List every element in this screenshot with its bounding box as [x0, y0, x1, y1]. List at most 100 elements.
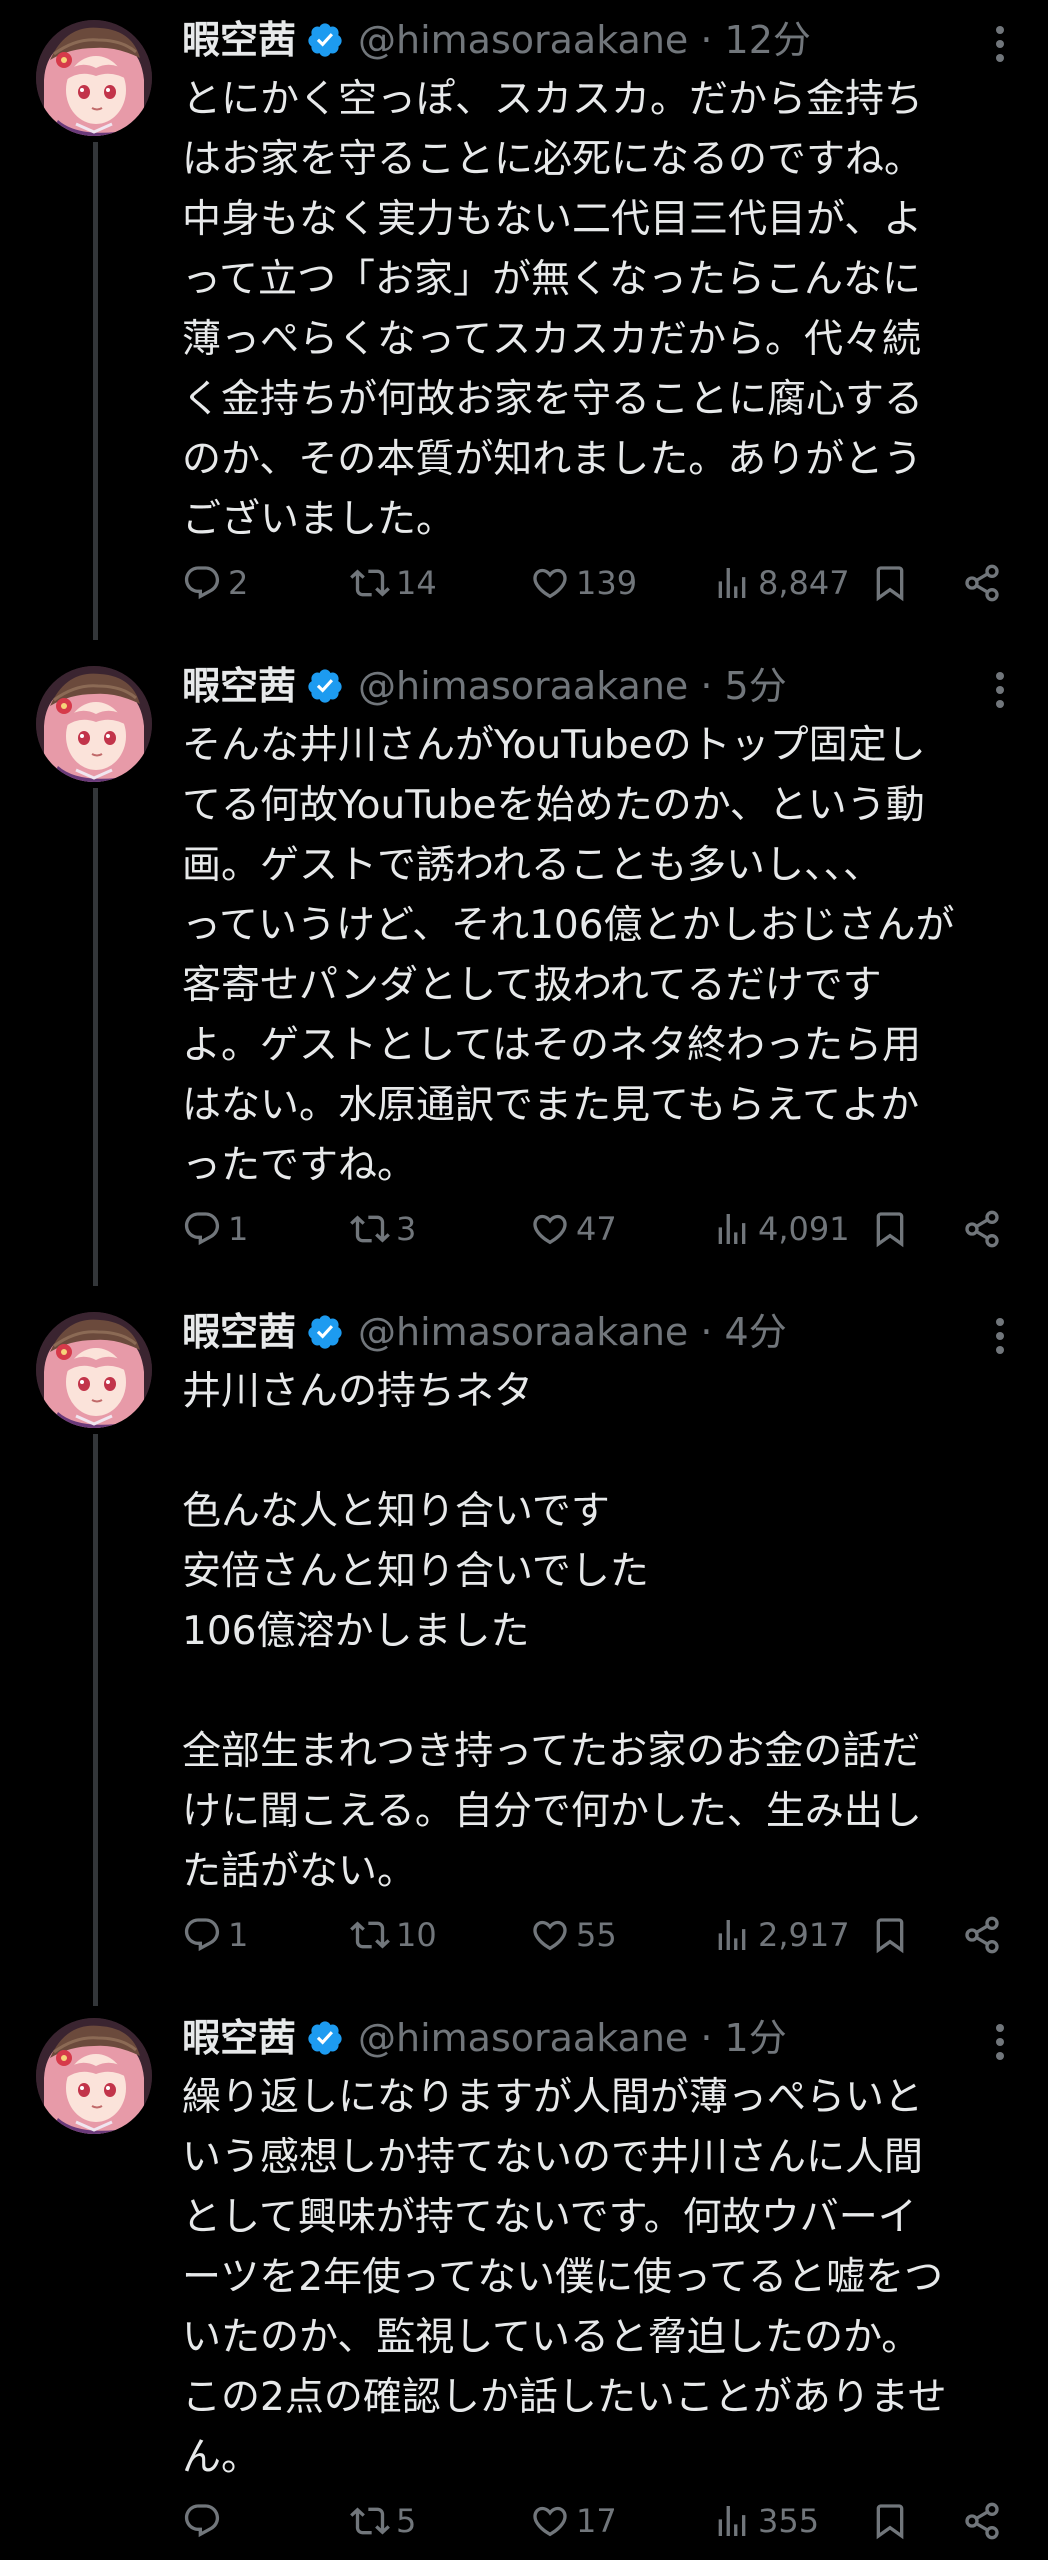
bookmark-icon[interactable]	[870, 563, 910, 603]
reply-icon	[184, 566, 220, 600]
views-button[interactable]: 2,917	[712, 1910, 850, 1960]
tweet-actions: 1 3 47 4,091	[182, 1204, 1012, 1254]
bookmark-icon[interactable]	[870, 1915, 910, 1955]
share-icon[interactable]	[962, 1915, 1002, 1955]
handle[interactable]: @himasoraakane	[358, 2016, 688, 2060]
tweet-text-line	[182, 1422, 1018, 1482]
tweet-text-line: そんな井川さんがYouTubeのトップ固定し	[182, 723, 926, 768]
like-count: 55	[576, 1916, 617, 1954]
thread-connector	[93, 142, 98, 640]
tweet-text-line: ーツを2年使ってない僕に使ってると嘘をつ	[182, 2255, 944, 2300]
timestamp[interactable]: 4分	[725, 1310, 787, 1354]
display-name[interactable]: 暇空茜	[182, 660, 296, 712]
avatar[interactable]	[36, 1312, 152, 1428]
tweet-text-line: く金持ちが何故お家を守ることに腐心する	[182, 377, 924, 422]
like-count: 17	[576, 2502, 617, 2540]
share-icon[interactable]	[962, 1209, 1002, 1249]
tweet-text-line	[182, 1662, 1018, 1722]
like-button[interactable]: 47	[530, 1204, 617, 1254]
handle[interactable]: @himasoraakane	[358, 18, 688, 62]
share-button[interactable]	[962, 1910, 1008, 1960]
display-name[interactable]: 暇空茜	[182, 14, 296, 66]
views-bar-chart-icon	[718, 2506, 746, 2536]
reply-button[interactable]: 1	[182, 1910, 248, 1960]
like-count: 139	[576, 564, 638, 602]
verified-badge-icon	[308, 2021, 342, 2055]
repost-count: 5	[396, 2502, 417, 2540]
tweet-header: 暇空茜 @himasoraakane · 5分	[182, 660, 1008, 712]
tweet-text-line: いう感想しか持てないので井川さんに人間	[182, 2135, 924, 2180]
handle-and-time: @himasoraakane · 1分	[358, 2016, 787, 2060]
bookmark-icon[interactable]	[870, 1209, 910, 1249]
tweet-text-line: ございました。	[182, 497, 456, 542]
handle-and-time: @himasoraakane · 4分	[358, 1310, 787, 1354]
display-name[interactable]: 暇空茜	[182, 1306, 296, 1358]
share-button[interactable]	[962, 1204, 1008, 1254]
timestamp[interactable]: 5分	[725, 664, 787, 708]
reply-icon	[184, 1918, 220, 1952]
tweet-actions: 1 10 55 2,917	[182, 1910, 1012, 1960]
like-button[interactable]: 17	[530, 2496, 617, 2546]
views-bar-chart-icon	[718, 568, 746, 598]
avatar[interactable]	[36, 666, 152, 782]
tweet-text-line: として興味が持てないです。何故ウバーイ	[182, 2195, 917, 2240]
heart-icon	[533, 1214, 567, 1245]
tweet-text-line: いたのか、監視していると脅迫したのか。	[182, 2315, 921, 2360]
bookmark-icon[interactable]	[870, 2501, 910, 2541]
tweet-text-line: 画。ゲストで誘われることも多いし、、、	[182, 843, 883, 888]
views-button[interactable]: 8,847	[712, 558, 850, 608]
like-button[interactable]: 55	[530, 1910, 617, 1960]
bookmark-button[interactable]	[870, 2496, 916, 2546]
bookmark-button[interactable]	[870, 558, 916, 608]
views-button[interactable]: 4,091	[712, 1204, 850, 1254]
repost-icon	[350, 2507, 390, 2535]
reply-button[interactable]: 2	[182, 558, 248, 608]
more-dots-icon[interactable]	[992, 22, 1008, 66]
more-dots-icon[interactable]	[992, 1314, 1008, 1358]
repost-button[interactable]: 14	[350, 558, 437, 608]
handle[interactable]: @himasoraakane	[358, 664, 688, 708]
tweet-text-line: のか、その本質が知れました。ありがとう	[182, 437, 923, 482]
share-icon[interactable]	[962, 2501, 1002, 2541]
tweet-text-line: 中身もなく実力もない二代目三代目が、よ	[182, 197, 923, 242]
reply-button[interactable]: 1	[182, 1204, 248, 1254]
repost-button[interactable]: 3	[350, 1204, 416, 1254]
reply-button[interactable]	[182, 2496, 228, 2546]
reply-count: 2	[228, 564, 249, 602]
verified-badge-icon	[308, 1315, 342, 1349]
views-count: 8,847	[758, 564, 850, 602]
views-bar-chart-icon	[718, 1920, 746, 1950]
tweet-header: 暇空茜 @himasoraakane · 4分	[182, 1306, 1008, 1358]
tweet-text-line: 井川さんの持ちネタ	[182, 1369, 534, 1414]
views-button[interactable]: 355	[712, 2496, 819, 2546]
thread-timeline: 暇空茜 @himasoraakane · 12分 とにかく空っぽ、スカスカ。だか…	[0, 0, 1048, 2560]
timestamp[interactable]: 1分	[725, 2016, 787, 2060]
repost-icon	[350, 569, 390, 597]
tweet-text-line: た話がない。	[182, 1849, 417, 1894]
share-button[interactable]	[962, 558, 1008, 608]
repost-button[interactable]: 10	[350, 1910, 437, 1960]
avatar[interactable]	[36, 2018, 152, 2134]
tweet-text: 井川さんの持ちネタ 色んな人と知り合いです 安倍さんと知り合いでした 106億溶…	[182, 1362, 1018, 1902]
bookmark-button[interactable]	[870, 1204, 916, 1254]
tweet-text-line: とにかく空っぽ、スカスカ。だから金持ち	[182, 77, 924, 122]
repost-count: 10	[396, 1916, 437, 1954]
tweet-header: 暇空茜 @himasoraakane · 1分	[182, 2012, 1008, 2064]
tweet-text-line: この2点の確認しか話したいことがありませ	[182, 2375, 947, 2420]
share-button[interactable]	[962, 2496, 1008, 2546]
bookmark-button[interactable]	[870, 1910, 916, 1960]
avatar[interactable]	[36, 20, 152, 136]
reply-icon	[184, 2504, 220, 2538]
repost-button[interactable]: 5	[350, 2496, 416, 2546]
share-icon[interactable]	[962, 563, 1002, 603]
heart-icon	[533, 568, 567, 599]
like-button[interactable]: 139	[530, 558, 637, 608]
more-dots-icon[interactable]	[992, 2020, 1008, 2064]
tweet-text-line: 客寄せパンダとして扱われてるだけです	[182, 963, 882, 1008]
handle[interactable]: @himasoraakane	[358, 1310, 688, 1354]
timestamp[interactable]: 12分	[725, 18, 811, 62]
tweet-text-line: 薄っぺらくなってスカスカだから。代々続	[182, 317, 922, 362]
display-name[interactable]: 暇空茜	[182, 2012, 296, 2064]
more-dots-icon[interactable]	[992, 668, 1008, 712]
tweet-text: 繰り返しになりますが人間が薄っぺらいと いう感想しか持てないので井川さんに人間 …	[182, 2068, 1018, 2488]
